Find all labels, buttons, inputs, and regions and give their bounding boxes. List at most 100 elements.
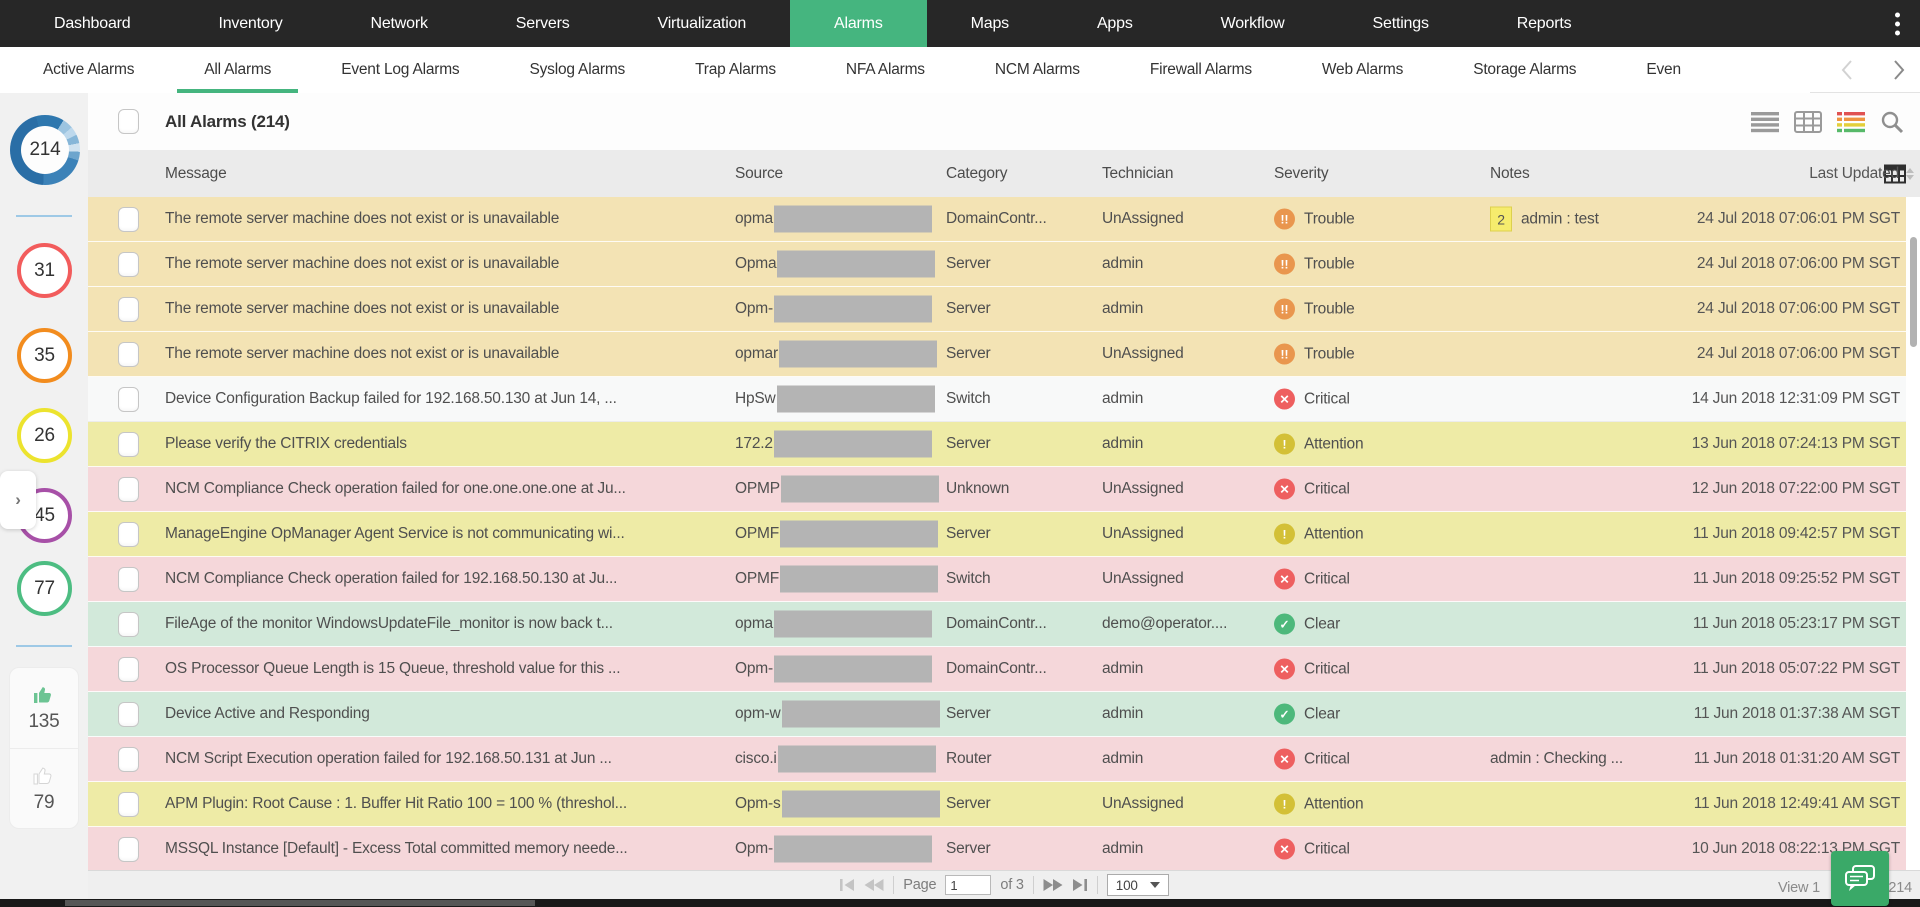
page-size-select[interactable]: 100 xyxy=(1107,874,1169,896)
tab-web-alarms[interactable]: Web Alarms xyxy=(1287,47,1438,93)
alarm-row[interactable]: The remote server machine does not exist… xyxy=(88,332,1906,377)
tab-event-log-alarms[interactable]: Event Log Alarms xyxy=(306,47,494,93)
chevron-left-icon[interactable] xyxy=(1840,59,1854,81)
tab-ncm-alarms[interactable]: NCM Alarms xyxy=(960,47,1115,93)
row-checkbox[interactable] xyxy=(118,432,139,457)
alarm-row[interactable]: NCM Compliance Check operation failed fo… xyxy=(88,557,1906,602)
row-checkbox[interactable] xyxy=(118,207,139,232)
severity-counter-green[interactable]: 77 xyxy=(17,561,72,616)
next-page-icon[interactable] xyxy=(1043,878,1063,892)
severity-view-icon[interactable] xyxy=(1837,111,1865,133)
alarm-row[interactable]: NCM Compliance Check operation failed fo… xyxy=(88,467,1906,512)
divider xyxy=(1033,876,1034,894)
list-view-icon[interactable] xyxy=(1751,111,1779,133)
nav-item-dashboard[interactable]: Dashboard xyxy=(10,0,174,47)
alarm-row[interactable]: APM Plugin: Root Cause : 1. Buffer Hit R… xyxy=(88,782,1906,827)
cell-technician: UnAssigned xyxy=(1102,345,1184,363)
severity-counter-red[interactable]: 31 xyxy=(17,243,72,298)
row-checkbox[interactable] xyxy=(118,612,139,637)
nav-item-workflow[interactable]: Workflow xyxy=(1177,0,1329,47)
nav-item-reports[interactable]: Reports xyxy=(1473,0,1616,47)
nav-item-network[interactable]: Network xyxy=(327,0,472,47)
tab-storage-alarms[interactable]: Storage Alarms xyxy=(1438,47,1611,93)
cell-category: Server xyxy=(946,795,990,813)
first-page-icon[interactable] xyxy=(839,878,855,892)
row-checkbox[interactable] xyxy=(118,387,139,412)
cell-severity: !!Trouble xyxy=(1274,209,1355,230)
row-checkbox[interactable] xyxy=(118,252,139,277)
last-page-icon[interactable] xyxy=(1072,878,1088,892)
nav-item-alarms[interactable]: Alarms xyxy=(790,0,927,47)
nav-item-virtualization[interactable]: Virtualization xyxy=(614,0,791,47)
row-checkbox[interactable] xyxy=(118,837,139,862)
column-header-technician[interactable]: Technician xyxy=(1102,165,1173,183)
tab-syslog-alarms[interactable]: Syslog Alarms xyxy=(494,47,660,93)
tab-active-alarms[interactable]: Active Alarms xyxy=(8,47,169,93)
tab-even[interactable]: Even xyxy=(1611,47,1716,93)
chevron-right-icon[interactable] xyxy=(1892,59,1906,81)
severity-attention-icon: ! xyxy=(1274,524,1295,545)
alarm-row[interactable]: MSSQL Instance [Default] - Excess Total … xyxy=(88,827,1906,871)
nav-item-apps[interactable]: Apps xyxy=(1053,0,1177,47)
alarm-row[interactable]: NCM Script Execution operation failed fo… xyxy=(88,737,1906,782)
row-checkbox[interactable] xyxy=(118,342,139,367)
previous-page-icon[interactable] xyxy=(864,878,884,892)
nav-item-servers[interactable]: Servers xyxy=(472,0,614,47)
kebab-menu-icon[interactable] xyxy=(1895,12,1900,35)
nav-item-inventory[interactable]: Inventory xyxy=(174,0,326,47)
alarm-row[interactable]: Device Active and Respondingopm-wServera… xyxy=(88,692,1906,737)
cell-message: FileAge of the monitor WindowsUpdateFile… xyxy=(165,615,613,633)
sort-icons[interactable] xyxy=(1906,168,1914,180)
horizontal-scrollbar-thumb[interactable] xyxy=(65,900,535,906)
redaction-box xyxy=(778,746,936,773)
severity-counter-orange[interactable]: 35 xyxy=(17,328,72,383)
severity-counter-yellow[interactable]: 26 xyxy=(17,408,72,463)
tab-trap-alarms[interactable]: Trap Alarms xyxy=(660,47,811,93)
total-alarms-donut[interactable]: 214 xyxy=(10,115,80,185)
alarm-row[interactable]: The remote server machine does not exist… xyxy=(88,242,1906,287)
row-checkbox[interactable] xyxy=(118,477,139,502)
notes-count-badge[interactable]: 2 xyxy=(1490,207,1512,232)
row-checkbox[interactable] xyxy=(118,567,139,592)
column-header-severity[interactable]: Severity xyxy=(1274,165,1328,183)
search-icon[interactable] xyxy=(1880,110,1904,134)
alarm-row[interactable]: The remote server machine does not exist… xyxy=(88,287,1906,332)
select-all-checkbox[interactable] xyxy=(118,109,139,134)
horizontal-scrollbar[interactable] xyxy=(0,899,1920,907)
row-checkbox[interactable] xyxy=(118,522,139,547)
alarm-row[interactable]: Please verify the CITRIX credentials172.… xyxy=(88,422,1906,467)
alarm-row[interactable]: Device Configuration Backup failed for 1… xyxy=(88,377,1906,422)
acknowledged-counter[interactable]: 135 xyxy=(10,668,78,748)
row-checkbox[interactable] xyxy=(118,657,139,682)
sidebar-expander-button[interactable]: › xyxy=(0,471,36,529)
row-checkbox[interactable] xyxy=(118,702,139,727)
nav-item-settings[interactable]: Settings xyxy=(1329,0,1473,47)
live-chat-button[interactable] xyxy=(1831,851,1889,906)
row-checkbox[interactable] xyxy=(118,297,139,322)
tab-all-alarms[interactable]: All Alarms xyxy=(169,47,306,93)
column-header-category[interactable]: Category xyxy=(946,165,1007,183)
cell-category: Server xyxy=(946,525,990,543)
grid-view-icon[interactable] xyxy=(1794,111,1822,133)
cell-last-updated: 12 Jun 2018 07:22:00 PM SGT xyxy=(1692,480,1900,498)
alarm-row[interactable]: OS Processor Queue Length is 15 Queue, t… xyxy=(88,647,1906,692)
column-header-updated[interactable]: Last Updated xyxy=(1809,165,1914,183)
tab-firewall-alarms[interactable]: Firewall Alarms xyxy=(1115,47,1287,93)
redaction-box xyxy=(779,341,937,368)
tab-nfa-alarms[interactable]: NFA Alarms xyxy=(811,47,960,93)
source-text: OPMF xyxy=(735,525,779,542)
column-header-message[interactable]: Message xyxy=(165,165,227,183)
column-header-notes[interactable]: Notes xyxy=(1490,165,1530,183)
alarm-row[interactable]: The remote server machine does not exist… xyxy=(88,197,1906,242)
source-text: cisco.i xyxy=(735,750,777,767)
vertical-scrollbar-thumb[interactable] xyxy=(1910,237,1917,347)
row-checkbox[interactable] xyxy=(118,792,139,817)
nav-item-maps[interactable]: Maps xyxy=(927,0,1053,47)
cell-message: Device Configuration Backup failed for 1… xyxy=(165,390,617,408)
severity-label: Trouble xyxy=(1304,300,1355,318)
alarm-row[interactable]: FileAge of the monitor WindowsUpdateFile… xyxy=(88,602,1906,647)
unacknowledged-counter[interactable]: 79 xyxy=(10,748,78,828)
page-number-input[interactable] xyxy=(945,875,991,895)
alarm-row[interactable]: ManageEngine OpManager Agent Service is … xyxy=(88,512,1906,557)
row-checkbox[interactable] xyxy=(118,747,139,772)
